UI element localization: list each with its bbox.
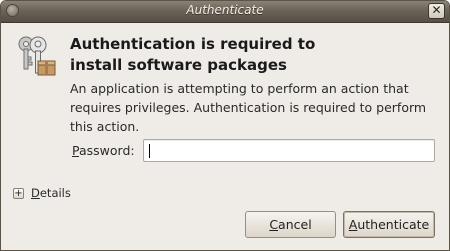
authenticate-label-rest: uthenticate bbox=[357, 217, 430, 232]
details-expander-label[interactable]: Details bbox=[31, 186, 71, 200]
keys-icon bbox=[18, 36, 56, 76]
cancel-label-rest: ancel bbox=[278, 217, 312, 232]
authenticate-button[interactable]: Authenticate bbox=[343, 211, 435, 238]
authenticate-dialog: Authenticate ✕ Authentication is require… bbox=[0, 0, 450, 251]
details-label-rest: etails bbox=[39, 186, 71, 200]
password-label-mnemonic: P bbox=[72, 143, 79, 158]
window-title: Authenticate bbox=[186, 3, 264, 17]
cancel-mnemonic: C bbox=[269, 217, 279, 232]
password-field[interactable] bbox=[143, 139, 435, 162]
dialog-heading: Authentication is required to install so… bbox=[70, 35, 316, 74]
details-label-mnemonic: D bbox=[31, 186, 40, 200]
text-caret bbox=[149, 144, 150, 158]
password-label: Password: bbox=[72, 143, 135, 158]
dialog-message: An application is attempting to perform … bbox=[70, 81, 427, 134]
expand-details-icon[interactable]: + bbox=[13, 188, 24, 199]
close-icon[interactable]: ✕ bbox=[428, 3, 445, 19]
password-label-rest: assword: bbox=[78, 143, 135, 158]
title-bar[interactable]: Authenticate ✕ bbox=[1, 1, 449, 23]
cancel-button[interactable]: Cancel bbox=[245, 211, 336, 238]
